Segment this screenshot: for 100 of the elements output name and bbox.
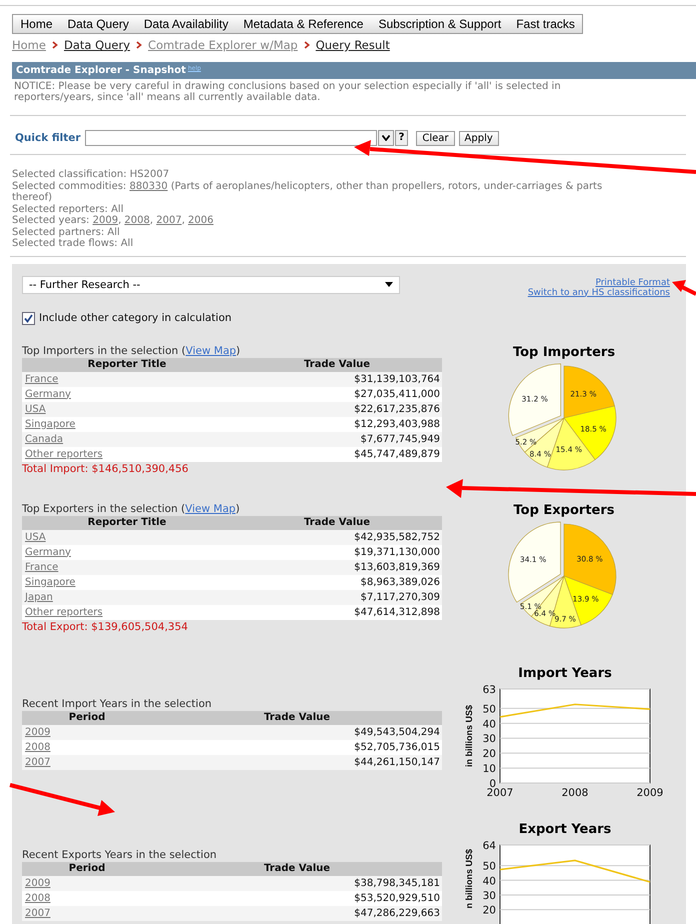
nav-item[interactable]: Data Query <box>60 17 136 31</box>
trade-value: $44,261,150,147 <box>353 756 441 768</box>
selection-link[interactable]: 2006 <box>188 215 214 226</box>
chart-title: Import Years <box>518 666 612 680</box>
annotation-arrow <box>672 280 696 296</box>
view-map-link[interactable]: View Map <box>186 344 236 356</box>
selection-line: Selected reporters: All <box>12 204 124 215</box>
nav-item[interactable]: Metadata & Reference <box>236 17 371 31</box>
trade-value: $22,617,235,876 <box>353 404 441 414</box>
table-link[interactable]: 2007 <box>22 908 50 918</box>
view-map-link[interactable]: View Map <box>185 502 236 514</box>
text-link[interactable]: Printable Format <box>595 278 670 288</box>
table-link[interactable]: 2008 <box>22 892 50 904</box>
tick-label: 40 <box>482 874 496 887</box>
column-header: Trade Value <box>302 517 372 528</box>
trade-value: $12,293,403,988 <box>353 418 441 430</box>
table-caption: Recent Exports Years in the selection <box>22 848 218 860</box>
breadcrumb-link[interactable]: Query Result <box>316 38 390 52</box>
table-link[interactable]: Canada <box>22 434 64 444</box>
filter-button[interactable]: Clear <box>416 130 455 146</box>
dropdown-button[interactable] <box>378 130 394 146</box>
table-link[interactable]: France <box>22 562 58 572</box>
selection-line: Selected classification: HS2007 <box>12 169 170 180</box>
nav-item[interactable]: Subscription & Support <box>370 17 509 31</box>
checkbox-label: Include other category in calculation <box>39 312 232 324</box>
trade-value: $7,117,270,309 <box>359 592 441 602</box>
column-header: Period <box>68 863 106 874</box>
chevron-icon <box>304 41 310 49</box>
tick-label: 40 <box>482 718 496 730</box>
axis-label: n billions US$ <box>464 848 474 908</box>
chevron-icon <box>52 41 58 49</box>
column-header: Trade Value <box>262 863 332 874</box>
table-caption: Top Importers in the selection (View Map) <box>22 344 242 356</box>
notice-text: NOTICE: Please be very careful in drawing conclusions based on your selection especially if 'all' is selected in reporters/years, since 'all' means all currently available data. <box>14 81 562 103</box>
table-link[interactable]: Germany <box>22 546 71 558</box>
table-link[interactable]: 2008 <box>22 742 50 752</box>
tick-label: 63 <box>482 684 496 696</box>
trade-value: $31,139,103,764 <box>353 374 441 384</box>
trade-value: $47,286,229,663 <box>353 908 441 918</box>
selection-link[interactable]: 880330 <box>129 180 168 192</box>
tick-label: 30 <box>482 889 496 902</box>
check-icon <box>24 314 33 322</box>
selection-link[interactable]: 2009 <box>92 215 118 226</box>
trade-value: $38,798,345,181 <box>353 878 441 888</box>
caret-icon <box>385 282 393 287</box>
table-link[interactable]: USA <box>22 532 46 542</box>
selection-line: Selected trade flows: All <box>12 238 134 250</box>
tick-label: 64 <box>482 840 496 852</box>
table-link[interactable]: 2009 <box>22 878 50 888</box>
table-link[interactable]: 2009 <box>22 726 50 738</box>
help-button[interactable]: ? <box>394 130 408 146</box>
trade-value: $53,520,929,510 <box>353 892 441 904</box>
trade-value: $7,677,745,949 <box>359 434 441 444</box>
column-header: Trade Value <box>302 359 372 370</box>
total-text: Total Import: $146,510,390,456 <box>22 462 190 474</box>
filter-button[interactable]: Apply <box>458 130 499 146</box>
chevron-icon <box>136 41 142 49</box>
tick-label: 2009 <box>636 786 664 798</box>
tick-label: 50 <box>482 860 496 872</box>
table-caption: Top Exporters in the selection (View Map) <box>22 502 241 514</box>
quick-filter-field[interactable] <box>84 130 377 146</box>
table-link[interactable]: 2007 <box>22 756 50 768</box>
nav-item[interactable]: Fast tracks <box>508 17 582 31</box>
nav-item[interactable]: Data Availability <box>136 17 236 31</box>
breadcrumb-link[interactable]: Comtrade Explorer w/Map <box>148 38 298 52</box>
research-dropdown[interactable]: -- Further Research -- <box>22 276 400 294</box>
total-text: Total Export: $139,605,504,354 <box>22 620 189 632</box>
trade-value: $27,035,411,000 <box>353 388 441 400</box>
trade-value: $13,603,819,369 <box>353 562 441 572</box>
column-header: Period <box>68 712 106 723</box>
chart-title: Top Exporters <box>514 502 614 518</box>
table-link[interactable]: Japan <box>22 592 53 602</box>
table-link[interactable]: Other reporters <box>22 448 103 460</box>
caret-icon <box>382 135 390 141</box>
chart-title: Export Years <box>518 822 612 836</box>
tick-label: 2008 <box>562 786 588 798</box>
tick-label: 0 <box>489 778 496 790</box>
selection-link[interactable]: 2008 <box>124 215 150 226</box>
breadcrumb-link[interactable]: Data Query <box>64 38 130 52</box>
trade-value: $45,747,489,879 <box>353 448 441 460</box>
tick-label: 30 <box>482 732 496 745</box>
tick-label: 2007 <box>486 786 514 798</box>
breadcrumb-link[interactable]: Home <box>12 38 46 52</box>
table-link[interactable]: France <box>22 374 58 384</box>
table-link[interactable]: USA <box>22 404 46 414</box>
nav-item[interactable]: Home <box>13 17 60 31</box>
tick-label: 20 <box>482 904 496 916</box>
table-link[interactable]: Singapore <box>22 418 76 430</box>
column-header: Reporter Title <box>86 359 168 370</box>
quick-filter-label: Quick filter <box>15 132 81 144</box>
table-link[interactable]: Germany <box>22 388 71 400</box>
text-link[interactable]: Switch to any HS classifications <box>528 288 670 298</box>
table-link[interactable]: Other reporters <box>22 606 103 618</box>
table-link[interactable]: Singapore <box>22 576 76 588</box>
selection-line: Selected commodities: 880330 (Parts of aeroplanes/helicopters, other than propellers, rotors, under-carriages & parts thereof) <box>12 180 604 204</box>
selection-line: Selected partners: All <box>12 226 121 238</box>
tick-label: 50 <box>482 702 496 715</box>
chart-title: Top Importers <box>512 344 616 360</box>
checkbox[interactable] <box>22 312 35 324</box>
selection-link[interactable]: 2007 <box>156 215 182 226</box>
